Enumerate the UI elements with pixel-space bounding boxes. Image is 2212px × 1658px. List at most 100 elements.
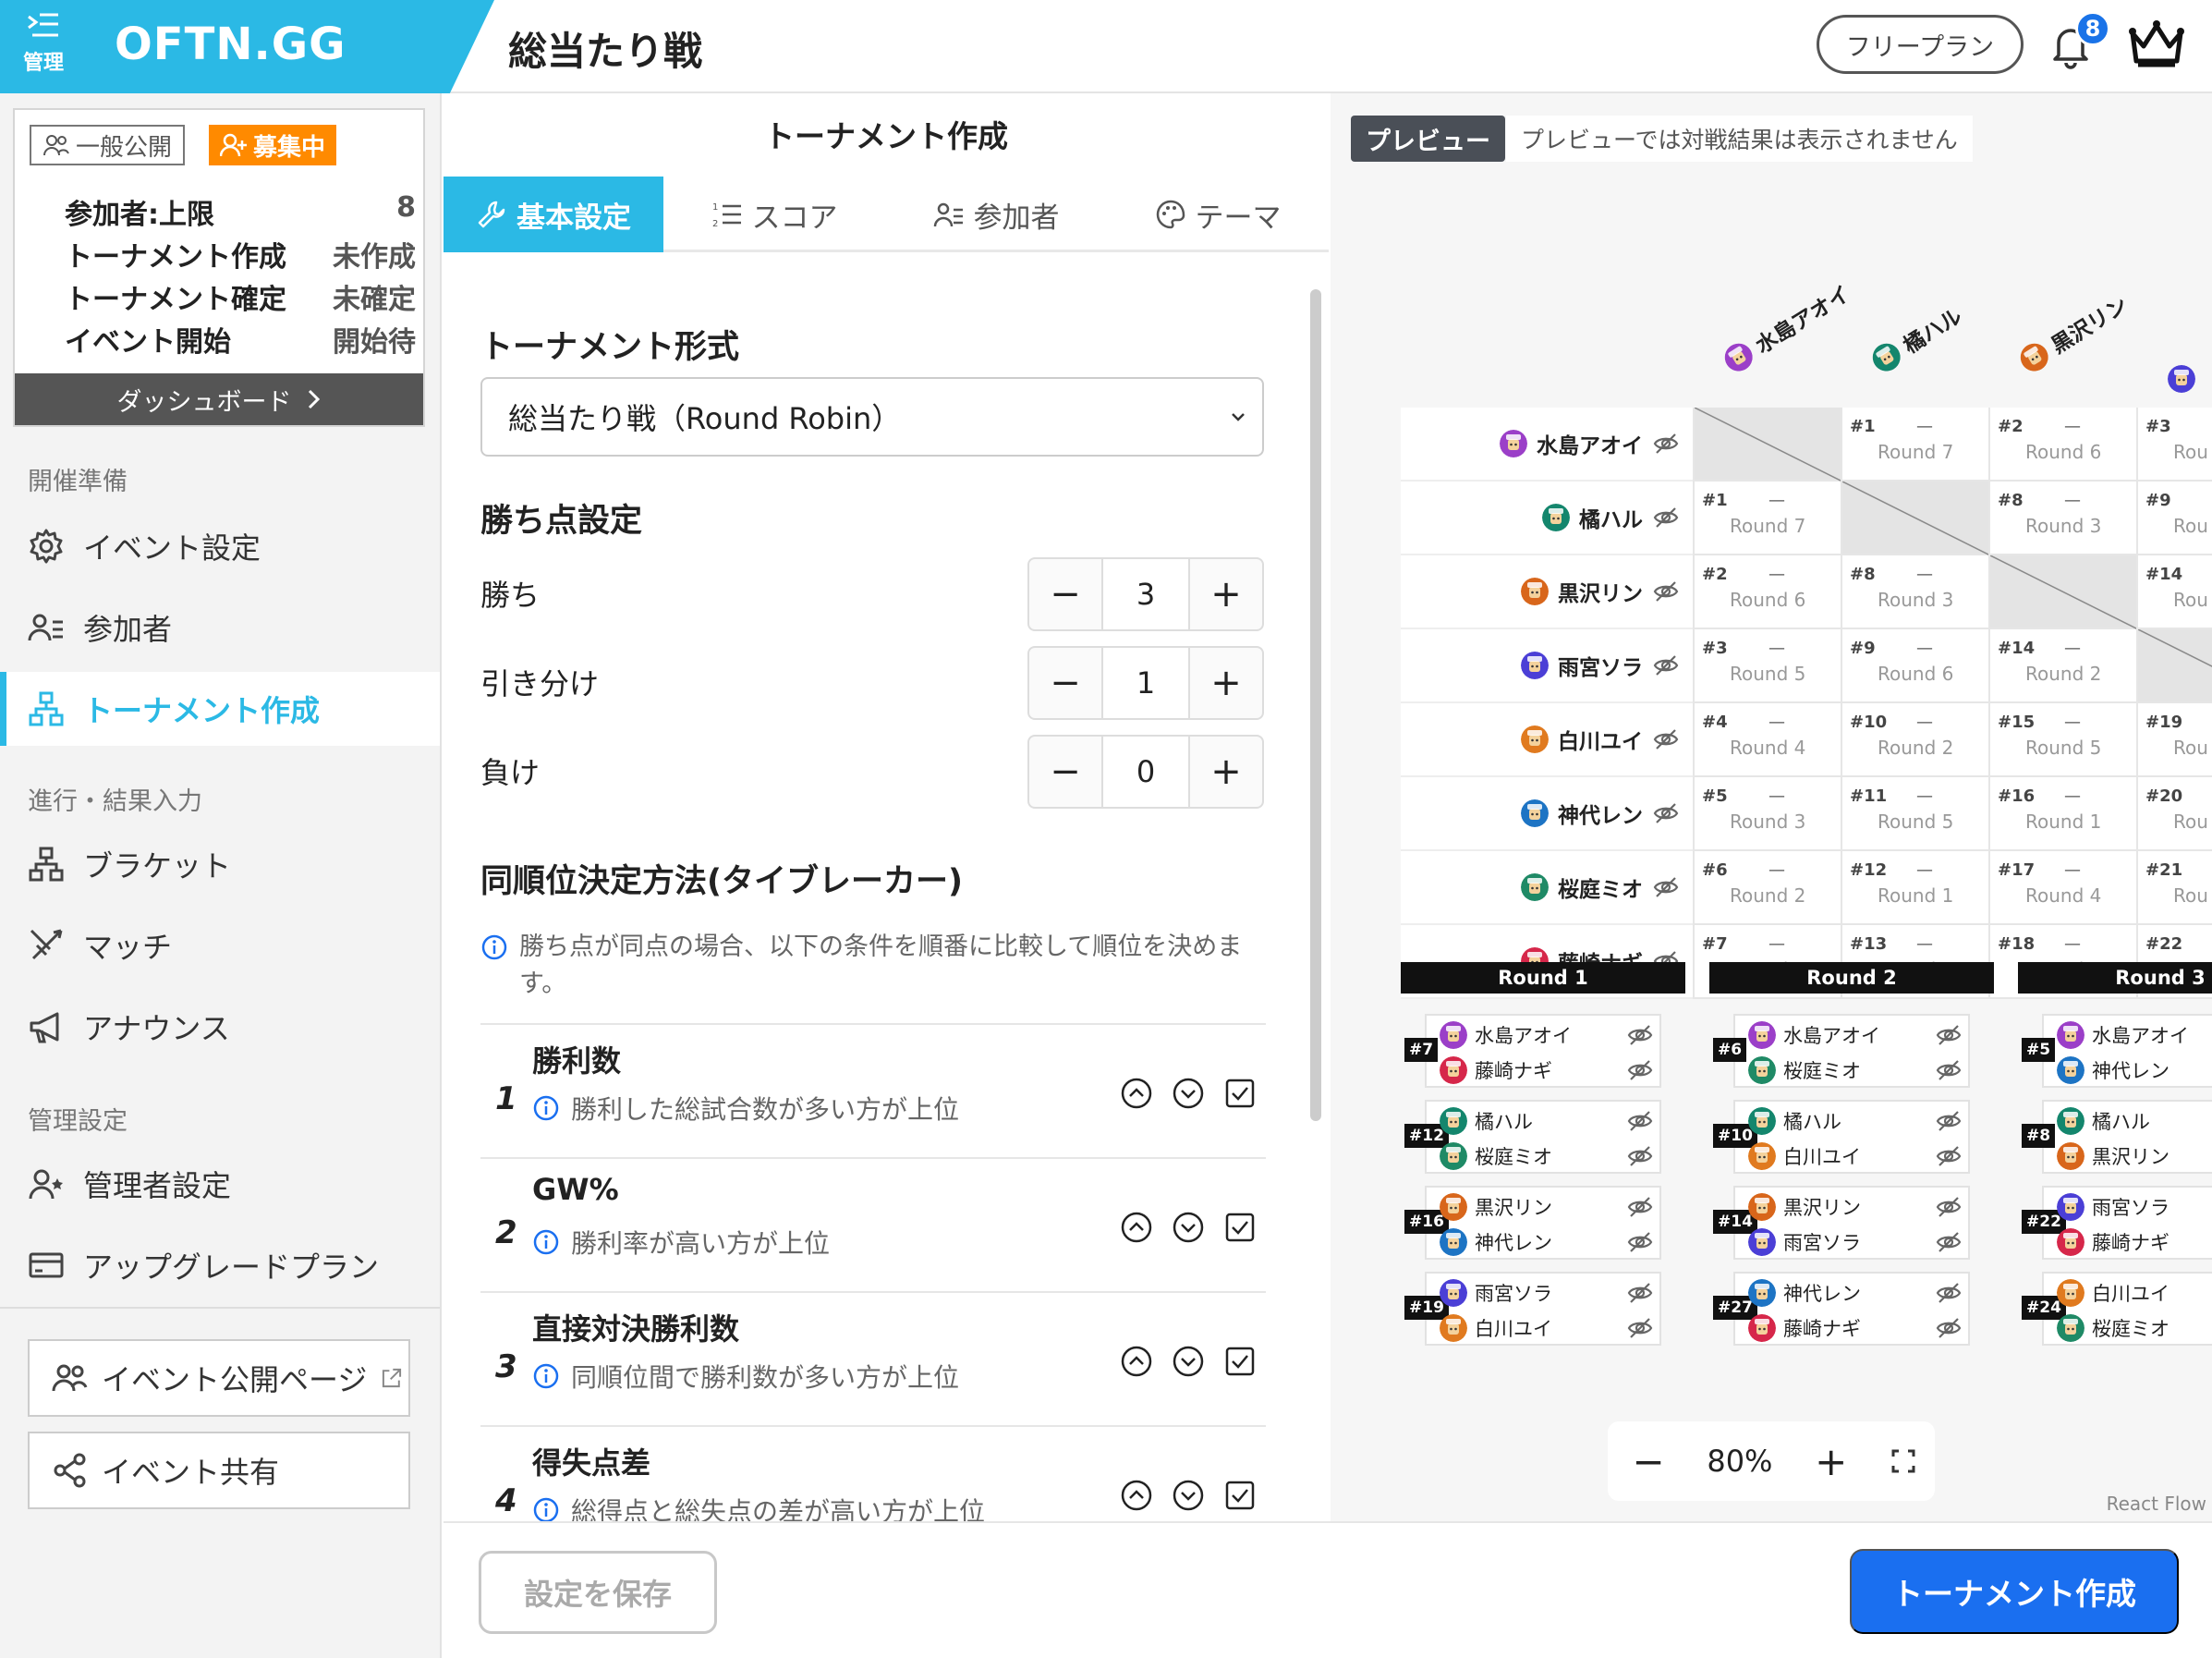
matrix-cell[interactable]: #9 — Round 6 — [1841, 629, 1988, 703]
event-share-button[interactable]: イベント共有 — [28, 1432, 410, 1509]
match-card[interactable]: #12 橘ハル 桜庭ミオ — [1404, 1100, 1661, 1174]
scrollbar[interactable] — [1310, 289, 1321, 1121]
move-up-icon[interactable] — [1120, 1479, 1153, 1512]
matrix-cell[interactable]: #14—Rou — [2136, 555, 2212, 629]
nav-event-settings[interactable]: イベント設定 — [0, 509, 440, 583]
decrement-button[interactable]: − — [1029, 737, 1101, 807]
hidden-eye-icon[interactable] — [1626, 1142, 1654, 1170]
matrix-cell[interactable]: #9—Rou — [2136, 482, 2212, 555]
settings-scroll-area[interactable]: トーナメント形式 総当たり戦（Round Robin） 勝ち点設定 勝ち − 3… — [444, 252, 1329, 1521]
matrix-cell[interactable]: #1 — Round 7 — [1693, 482, 1841, 555]
matrix-cell[interactable]: #10 — Round 2 — [1841, 703, 1988, 777]
move-down-icon[interactable] — [1172, 1479, 1205, 1512]
match-card[interactable]: #22 雨宮ソラ 藤崎ナギ — [2022, 1186, 2212, 1260]
hidden-eye-icon[interactable] — [1935, 1107, 1963, 1135]
stepper-value[interactable]: 1 — [1101, 648, 1190, 718]
checkbox-checked-icon[interactable] — [1223, 1479, 1257, 1512]
hidden-eye-icon[interactable] — [1626, 1193, 1654, 1221]
matrix-cell[interactable]: #4 — Round 4 — [1693, 703, 1841, 777]
hidden-eye-icon[interactable] — [1652, 725, 1680, 753]
matrix-cell[interactable]: #12 — Round 1 — [1841, 851, 1988, 925]
tournament-format-select[interactable]: 総当たり戦（Round Robin） — [480, 377, 1264, 457]
menu-toggle-button[interactable]: 管理 — [15, 9, 72, 83]
crown-icon[interactable] — [2127, 18, 2186, 70]
increment-button[interactable]: + — [1190, 559, 1262, 629]
hidden-eye-icon[interactable] — [1652, 873, 1680, 901]
nav-admin-settings[interactable]: 管理者設定 — [0, 1147, 440, 1221]
nav-bracket[interactable]: ブラケット — [0, 827, 440, 901]
match-card[interactable]: #24 白川ユイ 桜庭ミオ — [2022, 1272, 2212, 1346]
hidden-eye-icon[interactable] — [1626, 1056, 1654, 1084]
free-plan-button[interactable]: フリープラン — [1817, 15, 2024, 74]
hidden-eye-icon[interactable] — [1935, 1142, 1963, 1170]
nav-match[interactable]: マッチ — [0, 908, 440, 982]
stepper-value[interactable]: 0 — [1101, 737, 1190, 807]
stepper-value[interactable]: 3 — [1101, 559, 1190, 629]
matrix-cell[interactable]: #3 — Round 5 — [1693, 629, 1841, 703]
create-tournament-button[interactable]: トーナメント作成 — [1850, 1549, 2179, 1634]
tab-score[interactable]: 12 スコア — [663, 177, 885, 252]
hidden-eye-icon[interactable] — [1652, 504, 1680, 531]
hidden-eye-icon[interactable] — [1935, 1193, 1963, 1221]
move-up-icon[interactable] — [1120, 1077, 1153, 1110]
matrix-cell[interactable]: #16 — Round 1 — [1988, 777, 2136, 851]
hidden-eye-icon[interactable] — [1626, 1021, 1654, 1049]
matrix-cell[interactable]: #14 — Round 2 — [1988, 629, 2136, 703]
increment-button[interactable]: + — [1190, 737, 1262, 807]
move-up-icon[interactable] — [1120, 1211, 1153, 1244]
match-card[interactable]: #14 黒沢リン 雨宮ソラ — [1713, 1186, 1970, 1260]
checkbox-checked-icon[interactable] — [1223, 1345, 1257, 1378]
matrix-cell[interactable]: #5 — Round 3 — [1693, 777, 1841, 851]
fullscreen-icon[interactable] — [1890, 1447, 1917, 1475]
hidden-eye-icon[interactable] — [1626, 1228, 1654, 1256]
matrix-cell[interactable]: #3—Rou — [2136, 408, 2212, 482]
match-card[interactable]: #5 水島アオイ 神代レン — [2022, 1014, 2212, 1088]
tab-theme[interactable]: テーマ — [1107, 177, 1329, 252]
match-card[interactable]: #7 水島アオイ 藤崎ナギ — [1404, 1014, 1661, 1088]
matrix-cell[interactable]: #17 — Round 4 — [1988, 851, 2136, 925]
move-up-icon[interactable] — [1120, 1345, 1153, 1378]
matrix-cell[interactable]: #1 — Round 7 — [1841, 408, 1988, 482]
increment-button[interactable]: + — [1190, 648, 1262, 718]
decrement-button[interactable]: − — [1029, 648, 1101, 718]
matrix-cell[interactable]: #2 — Round 6 — [1988, 408, 2136, 482]
checkbox-checked-icon[interactable] — [1223, 1077, 1257, 1110]
dashboard-button[interactable]: ダッシュボード — [15, 373, 423, 425]
save-settings-button[interactable]: 設定を保存 — [479, 1551, 717, 1634]
zoom-out-button[interactable]: − — [1625, 1439, 1671, 1484]
match-card[interactable]: #8 橘ハル 黒沢リン — [2022, 1100, 2212, 1174]
hidden-eye-icon[interactable] — [1626, 1107, 1654, 1135]
matrix-cell[interactable]: #8 — Round 3 — [1988, 482, 2136, 555]
matrix-cell[interactable]: #2 — Round 6 — [1693, 555, 1841, 629]
hidden-eye-icon[interactable] — [1935, 1228, 1963, 1256]
hidden-eye-icon[interactable] — [1652, 430, 1680, 457]
match-card[interactable]: #19 雨宮ソラ 白川ユイ — [1404, 1272, 1661, 1346]
matrix-cell[interactable]: #15 — Round 5 — [1988, 703, 2136, 777]
zoom-in-button[interactable]: + — [1808, 1439, 1854, 1484]
tab-participants[interactable]: 参加者 — [885, 177, 1107, 252]
nav-participants[interactable]: 参加者 — [0, 591, 440, 664]
hidden-eye-icon[interactable] — [1935, 1314, 1963, 1342]
move-down-icon[interactable] — [1172, 1077, 1205, 1110]
hidden-eye-icon[interactable] — [1652, 652, 1680, 679]
match-card[interactable]: #6 水島アオイ 桜庭ミオ — [1713, 1014, 1970, 1088]
hidden-eye-icon[interactable] — [1626, 1314, 1654, 1342]
matrix-cell[interactable]: #8 — Round 3 — [1841, 555, 1988, 629]
match-card[interactable]: #27 神代レン 藤崎ナギ — [1713, 1272, 1970, 1346]
checkbox-checked-icon[interactable] — [1223, 1211, 1257, 1244]
nav-tournament-create[interactable]: トーナメント作成 — [0, 672, 440, 746]
bracket-preview[interactable]: プレビュー プレビューでは対戦結果は表示されません 水島アオイ 橘ハル 黒沢リン 水島… — [1331, 93, 2212, 1521]
hidden-eye-icon[interactable] — [1626, 1279, 1654, 1307]
move-down-icon[interactable] — [1172, 1211, 1205, 1244]
move-down-icon[interactable] — [1172, 1345, 1205, 1378]
hidden-eye-icon[interactable] — [1935, 1279, 1963, 1307]
tab-basic-settings[interactable]: 基本設定 — [444, 177, 663, 252]
decrement-button[interactable]: − — [1029, 559, 1101, 629]
match-card[interactable]: #16 黒沢リン 神代レン — [1404, 1186, 1661, 1260]
matrix-cell[interactable]: #21—Rou — [2136, 851, 2212, 925]
nav-upgrade-plan[interactable]: アップグレードプラン — [0, 1228, 440, 1302]
hidden-eye-icon[interactable] — [1935, 1056, 1963, 1084]
matrix-cell[interactable]: #19—Rou — [2136, 703, 2212, 777]
nav-announce[interactable]: アナウンス — [0, 990, 440, 1064]
hidden-eye-icon[interactable] — [1652, 578, 1680, 605]
